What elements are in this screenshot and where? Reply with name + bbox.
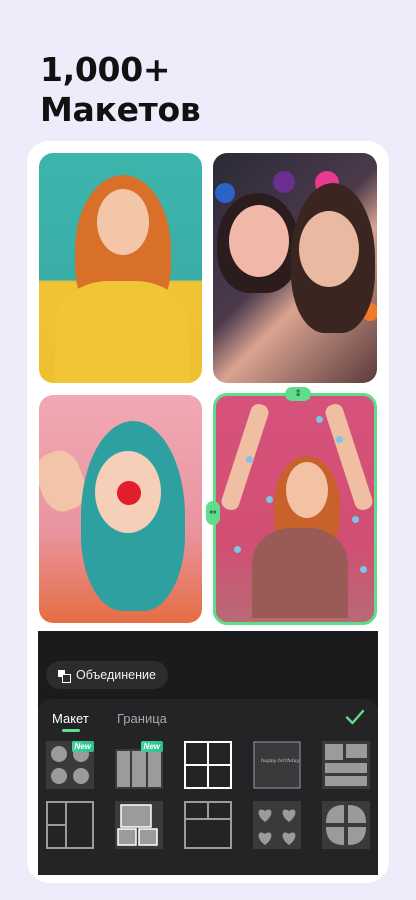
tab-border[interactable]: Граница <box>117 711 167 726</box>
birthday-frame-icon <box>253 741 301 789</box>
confetti-dot <box>316 416 323 423</box>
merge-label: Объединение <box>76 668 156 682</box>
resize-horizontal-icon[interactable]: ⇔ <box>206 501 220 525</box>
merge-button[interactable]: Объединение <box>46 661 168 689</box>
headline-line-2: Макетов <box>40 90 201 129</box>
layout-tile-grid-2x2[interactable] <box>184 741 232 789</box>
grid-2x2-icon <box>184 741 232 789</box>
resize-vertical-icon[interactable]: ⇕ <box>285 387 311 401</box>
clown-nose <box>117 481 141 505</box>
tab-selected-indicator <box>62 729 80 732</box>
headline: 1,000+ Макетов <box>40 50 380 130</box>
photo-arm <box>219 401 271 513</box>
layout-tile-torn-paper[interactable] <box>322 741 370 789</box>
top-split-icon <box>184 801 232 849</box>
layout-tile-polaroid[interactable] <box>115 801 163 849</box>
app-preview: ⇕ ⇔ Объединение Макет Граница New New ha… <box>27 141 389 883</box>
headline-line-1: 1,000+ <box>40 50 171 89</box>
new-badge: New <box>71 741 94 752</box>
photo-body <box>252 528 348 618</box>
collage-photo-1[interactable] <box>39 153 202 383</box>
merge-icon <box>58 669 71 683</box>
editor-panel: Объединение Макет Граница New New happy … <box>38 631 378 875</box>
side-split-icon <box>46 801 94 849</box>
tab-layout[interactable]: Макет <box>52 711 89 726</box>
confetti-dot <box>336 436 343 443</box>
polaroid-icon <box>115 801 163 849</box>
torn-paper-icon <box>322 741 370 789</box>
new-badge: New <box>140 741 163 752</box>
photo-face <box>229 205 289 277</box>
layout-tile-top-split[interactable] <box>184 801 232 849</box>
confetti-dot <box>352 516 359 523</box>
photo-face <box>97 189 149 255</box>
confetti-dot <box>360 566 367 573</box>
layout-tile-petals[interactable] <box>322 801 370 849</box>
layout-tile-flower-quad[interactable]: New <box>46 741 94 789</box>
hearts-icon <box>253 801 301 849</box>
collage-canvas: ⇕ ⇔ <box>27 141 389 631</box>
photo-face <box>299 211 359 287</box>
layout-tile-side-split[interactable] <box>46 801 94 849</box>
photo-body <box>55 281 189 383</box>
checkmark-icon[interactable] <box>344 706 366 728</box>
layout-tile-birthday-frame[interactable]: happy birthday <box>253 741 301 789</box>
collage-photo-2[interactable] <box>213 153 377 383</box>
layout-tile-film-strip[interactable]: New <box>115 741 163 789</box>
confetti-dot <box>266 496 273 503</box>
confetti-dot <box>234 546 241 553</box>
birthday-decor-text: happy birthday <box>261 758 300 764</box>
layout-sheet: Макет Граница New New happy birthday <box>38 699 378 875</box>
collage-photo-4-selected[interactable] <box>213 393 377 625</box>
ball-shape <box>273 171 295 193</box>
confetti-dot <box>246 456 253 463</box>
petals-icon <box>322 801 370 849</box>
layout-tile-hearts[interactable] <box>253 801 301 849</box>
ball-shape <box>215 183 235 203</box>
collage-photo-3[interactable] <box>39 395 202 623</box>
photo-face <box>286 462 328 518</box>
